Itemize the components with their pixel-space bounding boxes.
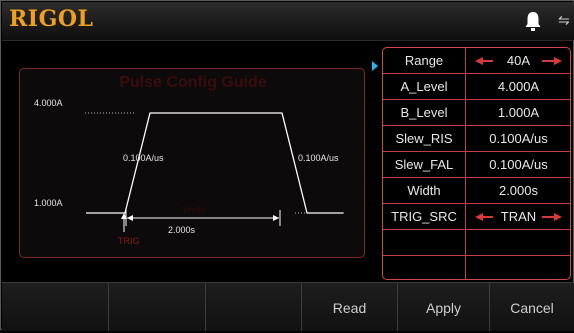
- param-value: [467, 230, 570, 255]
- top-status-bar: RIGOL ⇋: [2, 2, 574, 41]
- param-value[interactable]: TRAN: [467, 204, 570, 229]
- param-value[interactable]: 2.000s: [467, 178, 570, 203]
- param-row-slew-fal[interactable]: Slew_FAL 0.100A/us: [383, 152, 570, 178]
- param-row-range[interactable]: Range 40A: [383, 48, 570, 74]
- a-level-label: 4.000A: [34, 98, 63, 108]
- fall-slew-label: 0.100A/us: [298, 153, 339, 163]
- param-row-trig-src[interactable]: TRIG_SRC TRAN: [383, 204, 570, 230]
- param-row-empty: [383, 256, 570, 279]
- cancel-button[interactable]: Cancel: [490, 283, 574, 331]
- param-name: Slew_RIS: [383, 126, 466, 151]
- arrow-left-icon[interactable]: [475, 213, 493, 221]
- param-value[interactable]: 40A: [467, 48, 570, 73]
- param-name: Range: [383, 48, 466, 73]
- param-row-width[interactable]: Width 2.000s: [383, 178, 570, 204]
- softkey-1[interactable]: [2, 283, 109, 331]
- param-row-empty: [383, 230, 570, 256]
- param-name: A_Level: [383, 74, 466, 99]
- param-name: Width: [383, 178, 466, 203]
- param-name: B_Level: [383, 100, 466, 125]
- pulse-config-guide: Pulse Config Guide 4.000A 1.000A 0.100A/…: [19, 68, 365, 258]
- param-value[interactable]: 0.100A/us: [467, 152, 570, 177]
- selection-pointer-icon: [372, 61, 378, 71]
- softkey-2[interactable]: [109, 283, 206, 331]
- softkey-3[interactable]: [206, 283, 302, 331]
- param-row-a-level[interactable]: A_Level 4.000A: [383, 74, 570, 100]
- param-name: [383, 256, 466, 279]
- param-name: [383, 230, 466, 255]
- arrow-left-icon[interactable]: [475, 57, 493, 65]
- read-button[interactable]: Read: [302, 283, 398, 331]
- brand-logo: RIGOL: [9, 6, 94, 32]
- param-name: TRIG_SRC: [383, 204, 466, 229]
- instrument-screen: RIGOL ⇋ Pulse Config Guide 4.000A 1.000A: [0, 0, 574, 331]
- param-name: Slew_FAL: [383, 152, 466, 177]
- param-value: [467, 256, 570, 279]
- arrow-right-icon[interactable]: [542, 57, 562, 65]
- param-value[interactable]: 4.000A: [467, 74, 570, 99]
- param-row-slew-ris[interactable]: Slew_RIS 0.100A/us: [383, 126, 570, 152]
- param-value[interactable]: 0.100A/us: [467, 126, 570, 151]
- arrow-right-icon[interactable]: [542, 213, 562, 221]
- apply-button[interactable]: Apply: [398, 283, 490, 331]
- softkey-bar: Read Apply Cancel: [2, 282, 574, 331]
- param-row-b-level[interactable]: B_Level 1.000A: [383, 100, 570, 126]
- param-value[interactable]: 1.000A: [467, 100, 570, 125]
- parameter-table: Range 40A A_Level 4.000A B_Level 1.000A …: [382, 47, 571, 280]
- width-value-label: 2.000s: [168, 225, 196, 235]
- trig-label: TRIG: [118, 236, 140, 246]
- usb-icon: ⇋: [558, 12, 570, 28]
- param-value-text: 40A: [506, 53, 531, 68]
- b-level-label: 1.000A: [34, 198, 63, 208]
- rise-slew-label: 0.100A/us: [123, 153, 164, 163]
- bell-icon[interactable]: [524, 10, 542, 32]
- param-value-text: TRAN: [500, 209, 537, 224]
- width-label: Width: [183, 205, 207, 215]
